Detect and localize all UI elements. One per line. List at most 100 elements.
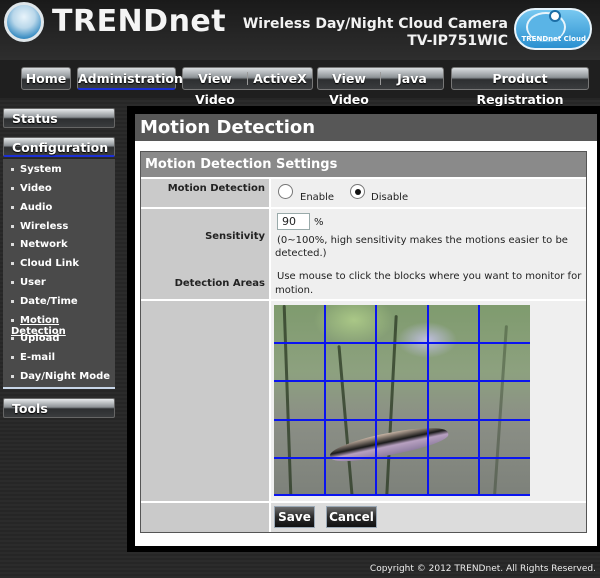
page-title: Motion Detection: [135, 114, 597, 141]
bullet-icon: [11, 336, 14, 340]
bullet-icon: [11, 242, 14, 246]
grid-cell[interactable]: [274, 458, 325, 496]
sidebar-tools[interactable]: Tools: [3, 398, 115, 418]
nav-administration[interactable]: Administration: [77, 67, 183, 90]
section-title: Motion Detection Settings: [141, 152, 586, 177]
grid-cell[interactable]: [274, 420, 325, 458]
grid-line-horizontal: [274, 494, 530, 496]
grid-cell[interactable]: [428, 420, 479, 458]
sidebar-configuration[interactable]: Configuration: [3, 137, 115, 157]
detection-areas-hint-line2: motion.: [275, 285, 314, 296]
grid-cell[interactable]: [428, 305, 479, 343]
sensitivity-hint-line2: detected.): [275, 248, 327, 259]
grid-cell[interactable]: [376, 343, 427, 381]
detection-areas-label: Detection Areas: [174, 278, 265, 289]
grid-cell[interactable]: [325, 458, 376, 496]
grid-cell[interactable]: [274, 305, 325, 343]
cancel-button[interactable]: Cancel: [326, 506, 377, 528]
sidebar-status[interactable]: Status: [3, 108, 115, 128]
grid-cell[interactable]: [376, 381, 427, 419]
grid-cell[interactable]: [376, 305, 427, 343]
grid-cell[interactable]: [376, 458, 427, 496]
disable-label: Disable: [371, 192, 409, 203]
grid-cell[interactable]: [274, 381, 325, 419]
cloud-logo-icon: [549, 10, 561, 22]
disable-radio[interactable]: [350, 184, 365, 199]
grid-cell[interactable]: [479, 305, 530, 343]
buttons-cell: [271, 503, 586, 532]
sidebar-item-video[interactable]: Video: [11, 183, 52, 194]
grid-cell[interactable]: [376, 420, 427, 458]
grid-cell[interactable]: [479, 343, 530, 381]
trendnet-logo-icon: [4, 2, 44, 42]
grid-cell[interactable]: [428, 343, 479, 381]
sidebar-item-user[interactable]: User: [11, 277, 46, 288]
model-number: TV-IP751WIC: [407, 33, 508, 49]
sidebar-item-day-night-mode[interactable]: Day/Night Mode: [11, 371, 110, 382]
grid-cell[interactable]: [479, 420, 530, 458]
buttons-label-cell: [141, 503, 269, 532]
bullet-icon: [11, 205, 14, 209]
save-button[interactable]: Save: [274, 506, 315, 528]
sidebar-item-email[interactable]: E-mail: [11, 352, 55, 363]
bullet-icon: [11, 280, 14, 284]
sensitivity-hint-line1: (0~100%, high sensitivity makes the moti…: [277, 235, 568, 246]
grid-line-vertical: [478, 305, 480, 496]
grid-cell[interactable]: [325, 420, 376, 458]
nav-home[interactable]: Home: [21, 67, 71, 90]
grid-cell[interactable]: [325, 381, 376, 419]
grid-line-vertical: [324, 305, 326, 496]
sensitivity-input[interactable]: 90: [277, 213, 310, 230]
grid-line-vertical: [427, 305, 429, 496]
bullet-icon: [11, 186, 14, 190]
sidebar-item-network[interactable]: Network: [11, 239, 68, 250]
sidebar-item-date-time[interactable]: Date/Time: [11, 296, 78, 307]
sidebar-item-audio[interactable]: Audio: [11, 202, 52, 213]
nav-java-label: Java: [397, 71, 427, 86]
nav-view-video-label: View Video: [329, 71, 369, 107]
enable-radio[interactable]: [278, 184, 293, 199]
nav-view-video-activex[interactable]: View Video ActiveX: [182, 67, 313, 107]
detection-areas-hint-line1: Use mouse to click the blocks where you …: [277, 271, 582, 282]
grid-cell[interactable]: [428, 381, 479, 419]
bullet-icon: [11, 299, 14, 303]
nav-view-video-java[interactable]: View Video Java: [317, 67, 444, 107]
grid-line-horizontal: [274, 380, 530, 382]
configuration-menu: System Video Audio Wireless Network Clou…: [3, 159, 115, 389]
enable-label: Enable: [300, 192, 335, 203]
grid-line-horizontal: [274, 419, 530, 421]
detection-area-grid[interactable]: [274, 305, 530, 496]
grid-cell[interactable]: [479, 458, 530, 496]
grid-line-horizontal: [274, 342, 530, 344]
camera-label-cell: [141, 301, 269, 501]
bullet-icon: [11, 261, 14, 265]
top-nav: Home Administration View Video ActiveX V…: [0, 60, 600, 107]
bullet-icon: [11, 318, 14, 322]
grid-line-vertical: [375, 305, 377, 496]
grid-cell[interactable]: [325, 343, 376, 381]
nav-view-video-label: View Video: [195, 71, 235, 107]
nav-product-registration[interactable]: Product Registration: [451, 67, 589, 107]
bullet-icon: [11, 355, 14, 359]
grid-cell[interactable]: [479, 381, 530, 419]
grid-cell[interactable]: [274, 343, 325, 381]
product-name: Wireless Day/Night Cloud Camera: [242, 16, 508, 32]
cloud-badge-label: TRENDnet Cloud: [521, 35, 586, 43]
sidebar-item-system[interactable]: System: [11, 164, 62, 175]
bullet-icon: [11, 224, 14, 228]
brand-name: TRENDnet: [52, 4, 227, 39]
sidebar-item-wireless[interactable]: Wireless: [11, 221, 68, 232]
bullet-icon: [11, 374, 14, 378]
sidebar-item-upload[interactable]: Upload: [11, 333, 59, 344]
grid-line-horizontal: [274, 457, 530, 459]
header: TRENDnet Wireless Day/Night Cloud Camera…: [0, 0, 600, 60]
bullet-icon: [11, 167, 14, 171]
nav-activex-label: ActiveX: [253, 71, 307, 86]
motion-detection-label: Motion Detection: [141, 179, 269, 207]
sensitivity-label: Sensitivity: [205, 231, 265, 242]
copyright: Copyright © 2012 TRENDnet. All Rights Re…: [369, 564, 596, 574]
grid-cell[interactable]: [325, 305, 376, 343]
grid-cell[interactable]: [428, 458, 479, 496]
sidebar-item-cloud-link[interactable]: Cloud Link: [11, 258, 79, 269]
sensitivity-unit: %: [314, 217, 324, 228]
